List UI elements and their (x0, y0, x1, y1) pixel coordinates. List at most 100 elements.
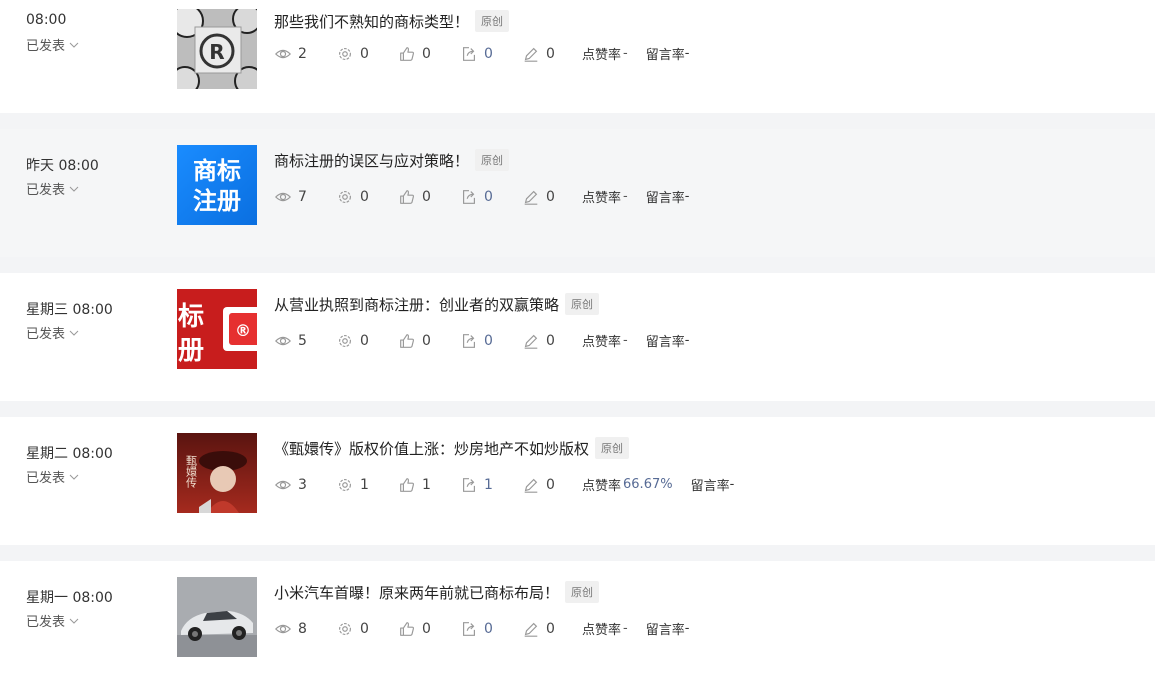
read-count: 5 (274, 332, 336, 350)
publish-status-dropdown[interactable]: 已发表 (26, 35, 79, 54)
article-stats: 3 1 1 1 0 点赞率 66.67% 留言率 - (274, 475, 734, 494)
original-badge: 原创 (565, 293, 600, 315)
status-label: 已发表 (26, 471, 66, 486)
thumbnail-text: 注册 (193, 187, 241, 215)
share-icon (463, 333, 475, 348)
eye-icon (274, 624, 292, 633)
status-label: 已发表 (26, 327, 66, 342)
publish-status-dropdown[interactable]: 已发表 (26, 179, 79, 198)
gear-icon (339, 478, 351, 491)
read-count: 3 (274, 476, 336, 494)
thumbs-up-icon (400, 333, 414, 348)
article-title[interactable]: 小米汽车首曝！原来两年前就已商标布局！ (274, 582, 559, 603)
publish-time: 星期二 08:00 (26, 446, 113, 462)
comment-rate: 留言率 - (690, 477, 735, 494)
status-label: 已发表 (26, 183, 66, 198)
svg-text:®: ® (235, 321, 251, 340)
like-rate: 点赞率 - (582, 621, 628, 638)
comment-count: 0 (522, 620, 582, 638)
like-count: 0 (398, 620, 460, 638)
article-row: 08:00 已发表 R 那些我们不熟知的商标类型！ 原创 2 0 0 0 0 点… (0, 0, 1155, 113)
like-rate: 点赞率 - (582, 189, 628, 206)
original-badge: 原创 (565, 581, 600, 603)
settings-count: 0 (336, 332, 398, 350)
gear-icon (339, 190, 351, 203)
like-rate: 点赞率 - (582, 46, 628, 63)
eye-icon (274, 192, 292, 201)
status-label: 已发表 (26, 39, 66, 54)
article-stats: 7 0 0 0 0 点赞率 - 留言率 - (274, 187, 689, 206)
original-badge: 原创 (475, 10, 510, 32)
article-stats: 8 0 0 0 0 点赞率 - 留言率 - (274, 619, 689, 638)
svg-text:R: R (209, 40, 224, 64)
share-icon (463, 621, 475, 636)
article-row: 星期三 08:00 已发表 ® 标 册 从营业执照到商标注册：创业者的双赢策略 … (0, 273, 1155, 401)
comment-count: 0 (522, 188, 582, 206)
share-icon (463, 189, 475, 204)
article-thumbnail[interactable]: 商标 注册 (177, 145, 257, 225)
thumbnail-text: 商标 (193, 157, 241, 185)
share-icon (463, 477, 475, 492)
article-title[interactable]: 《甄嬛传》版权价值上涨：炒房地产不如炒版权 (274, 438, 589, 459)
read-count: 7 (274, 188, 336, 206)
share-count: 0 (460, 188, 522, 206)
thumbs-up-icon (400, 477, 414, 492)
comment-count: 0 (522, 45, 582, 63)
publish-time: 昨天 08:00 (26, 158, 99, 174)
comment-count: 0 (522, 476, 582, 494)
share-icon (463, 46, 475, 61)
thumbnail-text: 册 (178, 336, 204, 366)
pen-icon (524, 622, 538, 637)
thumbnail-text: 标 (178, 302, 204, 332)
gear-icon (339, 47, 351, 60)
gear-icon (339, 622, 351, 635)
eye-icon (274, 49, 292, 58)
publish-time: 星期一 08:00 (26, 590, 113, 606)
article-title[interactable]: 从营业执照到商标注册：创业者的双赢策略 (274, 294, 559, 315)
chevron-down-icon (69, 186, 79, 192)
read-count: 8 (274, 620, 336, 638)
comment-rate: 留言率 - (645, 621, 690, 638)
comment-count: 0 (522, 332, 582, 350)
chevron-down-icon (69, 330, 79, 336)
like-rate: 点赞率 66.67% (582, 477, 673, 494)
publish-time: 08:00 (26, 12, 67, 28)
article-row: 昨天 08:00 已发表 商标 注册 商标注册的误区与应对策略！ 原创 7 0 (0, 129, 1155, 257)
article-thumbnail[interactable]: 甄嬛传 (177, 433, 257, 513)
article-thumbnail[interactable]: R (177, 9, 257, 89)
article-thumbnail[interactable] (177, 577, 257, 657)
article-row: 星期二 08:00 已发表 甄嬛传 《甄嬛传》版权价值上涨：炒房地产不如炒版权 … (0, 417, 1155, 545)
settings-count: 0 (336, 620, 398, 638)
thumbs-up-icon (400, 46, 414, 61)
chevron-down-icon (69, 618, 79, 624)
eye-icon (274, 336, 292, 345)
pen-icon (524, 47, 538, 62)
article-stats: 5 0 0 0 0 点赞率 - 留言率 - (274, 331, 689, 350)
eye-icon (274, 480, 292, 489)
publish-status-dropdown[interactable]: 已发表 (26, 611, 79, 630)
like-count: 1 (398, 476, 460, 494)
share-count: 0 (460, 620, 522, 638)
article-title[interactable]: 商标注册的误区与应对策略！ (274, 150, 469, 171)
original-badge: 原创 (595, 437, 630, 459)
settings-count: 1 (336, 476, 398, 494)
share-count: 1 (460, 476, 522, 494)
article-row: 星期一 08:00 已发表 小米汽车首曝！原来两年前就已商标布局！ 原创 8 0… (0, 561, 1155, 689)
article-list: 08:00 已发表 R 那些我们不熟知的商标类型！ 原创 2 0 0 0 0 点… (0, 0, 1155, 689)
pen-icon (524, 334, 538, 349)
publish-time: 星期三 08:00 (26, 302, 113, 318)
article-thumbnail[interactable]: ® 标 册 (177, 289, 257, 369)
status-label: 已发表 (26, 615, 66, 630)
article-title[interactable]: 那些我们不熟知的商标类型！ (274, 11, 469, 32)
comment-rate: 留言率 - (645, 333, 690, 350)
publish-status-dropdown[interactable]: 已发表 (26, 467, 79, 486)
publish-status-dropdown[interactable]: 已发表 (26, 323, 79, 342)
chevron-down-icon (69, 474, 79, 480)
original-badge: 原创 (475, 149, 510, 171)
comment-rate: 留言率 - (645, 46, 690, 63)
settings-count: 0 (336, 45, 398, 63)
pen-icon (524, 190, 538, 205)
share-count: 0 (460, 332, 522, 350)
comment-rate: 留言率 - (645, 189, 690, 206)
thumbs-up-icon (400, 189, 414, 204)
